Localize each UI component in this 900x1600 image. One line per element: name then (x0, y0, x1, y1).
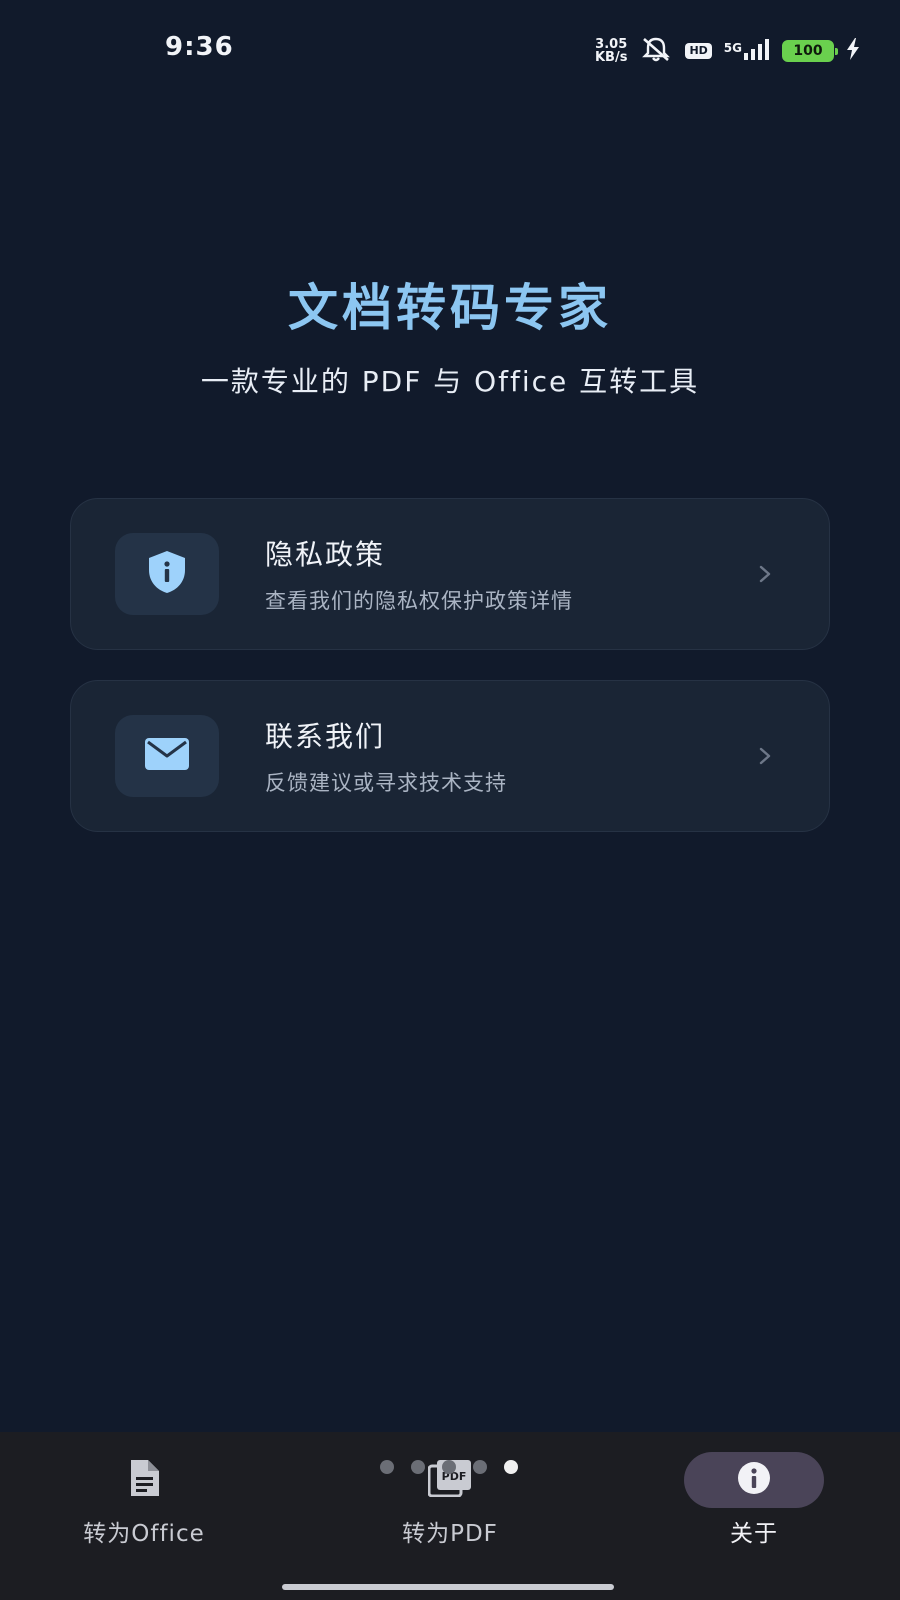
battery-level: 100 (793, 43, 823, 59)
page-dot (411, 1460, 425, 1474)
contact-icon-tile (115, 715, 219, 797)
network-speed: 3.05 KB/s (595, 38, 627, 64)
bottom-navigation: 转为Office PDF 转为PDF 关于 (0, 1432, 900, 1600)
nav-tab-to-pdf[interactable]: PDF 转为PDF (340, 1432, 560, 1552)
battery-icon: 100 (782, 40, 838, 62)
privacy-card-description: 查看我们的隐私权保护政策详情 (265, 589, 573, 613)
page-dot (504, 1460, 518, 1474)
chevron-right-icon (755, 562, 775, 586)
privacy-policy-card[interactable]: 隐私政策 查看我们的隐私权保护政策详情 (70, 498, 830, 650)
network-speed-unit: KB/s (594, 50, 628, 65)
nav-about-label: 关于 (730, 1521, 778, 1547)
document-icon (128, 1459, 160, 1501)
nav-pdf-label: 转为PDF (402, 1521, 498, 1547)
privacy-icon-tile (115, 533, 219, 615)
status-time: 9:36 (165, 32, 234, 62)
info-icon (737, 1461, 771, 1499)
app-subtitle: 一款专业的 PDF 与 Office 互转工具 (200, 365, 700, 398)
chevron-right-icon (755, 744, 775, 768)
status-bar: 9:36 3.05 KB/s HD 5G 100 (0, 0, 900, 100)
page-dot (473, 1460, 487, 1474)
nav-office-icon-wrap (74, 1452, 214, 1508)
network-type-label: 5G (723, 41, 742, 55)
mute-bell-icon (639, 35, 673, 67)
contact-card-text: 联系我们 反馈建议或寻求技术支持 (265, 715, 755, 797)
nav-tab-about[interactable]: 关于 (644, 1432, 864, 1552)
page-indicator (380, 1460, 518, 1474)
hd-badge: HD (685, 43, 712, 59)
charging-icon (846, 38, 860, 64)
home-indicator[interactable] (282, 1584, 614, 1590)
mail-icon (144, 737, 190, 775)
page-dot (380, 1460, 394, 1474)
page-dot (442, 1460, 456, 1474)
signal-indicator: 5G (724, 38, 770, 64)
contact-us-card[interactable]: 联系我们 反馈建议或寻求技术支持 (70, 680, 830, 832)
nav-tab-to-office[interactable]: 转为Office (34, 1432, 254, 1552)
nav-selected-indicator (684, 1452, 824, 1508)
shield-info-icon (147, 550, 187, 598)
contact-card-title: 联系我们 (265, 720, 386, 753)
nav-office-label: 转为Office (83, 1521, 205, 1547)
signal-icon (744, 38, 770, 64)
app-title: 文档转码专家 (288, 279, 612, 337)
privacy-card-text: 隐私政策 查看我们的隐私权保护政策详情 (265, 533, 755, 615)
privacy-card-title: 隐私政策 (265, 538, 386, 571)
status-icons: 3.05 KB/s HD 5G 100 (595, 34, 860, 68)
contact-card-description: 反馈建议或寻求技术支持 (265, 771, 507, 795)
